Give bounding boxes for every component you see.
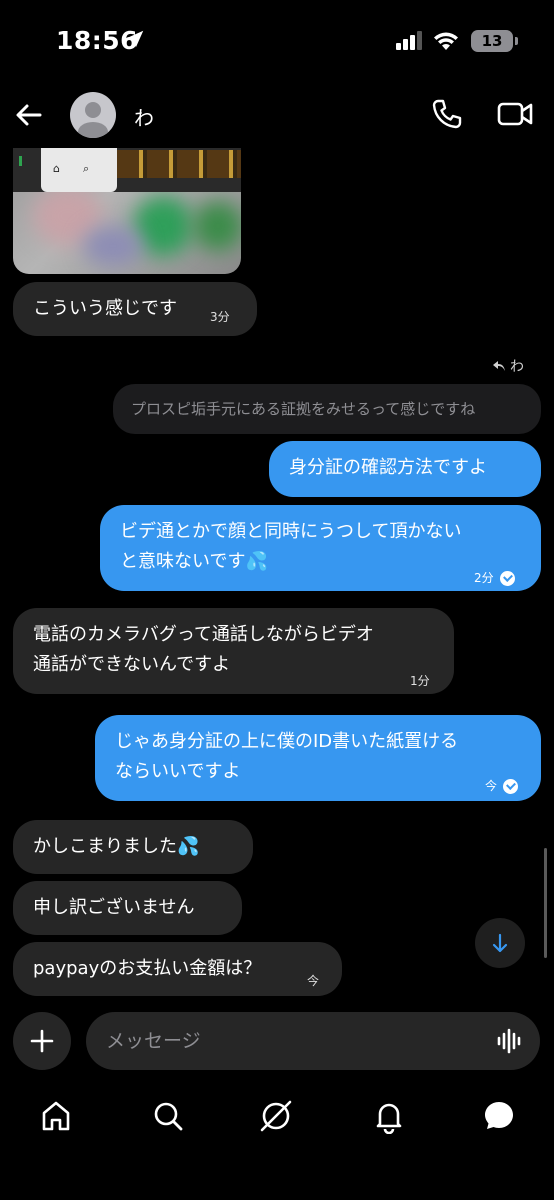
bell-icon[interactable] bbox=[371, 1098, 407, 1134]
read-check-icon bbox=[499, 570, 515, 586]
message-sent[interactable]: じゃあ身分証の上に僕のID書いた紙置ける ならいいですよ 今 bbox=[95, 715, 541, 801]
search-icon[interactable] bbox=[150, 1098, 186, 1134]
battery-tip bbox=[515, 37, 518, 45]
default-avatar-icon bbox=[78, 102, 108, 138]
time-label: 今 bbox=[485, 779, 498, 793]
message-text-line: じゃあ身分証の上に僕のID書いた紙置ける bbox=[115, 731, 459, 752]
message-composer bbox=[86, 1012, 540, 1070]
game-tiles bbox=[117, 150, 241, 178]
message-sent[interactable]: ビデ通とかで顔と同時にうつして頂かない と意味ないです💦 2分 bbox=[100, 505, 541, 591]
blur-shape bbox=[83, 226, 143, 266]
explore-icon[interactable] bbox=[258, 1098, 294, 1134]
status-bar: 18:56 13 bbox=[0, 0, 554, 84]
message-received[interactable]: かしこまりました💦 bbox=[13, 820, 253, 874]
message-received[interactable]: こういう感じです 3分 bbox=[13, 282, 257, 336]
message-text: 申し訳ございません bbox=[33, 897, 195, 918]
arrow-down-icon bbox=[492, 933, 508, 953]
blur-shape bbox=[193, 201, 241, 251]
reply-label: わ bbox=[492, 356, 524, 376]
phone-icon[interactable] bbox=[430, 97, 464, 131]
message-input[interactable] bbox=[106, 1012, 486, 1070]
wifi-icon bbox=[434, 32, 458, 50]
message-time: 1分 bbox=[410, 666, 430, 696]
message-text-line: 通話ができないんですよ bbox=[33, 654, 231, 675]
browser-toolbar: ⌂ ⌕ bbox=[41, 146, 117, 192]
signal-icon bbox=[396, 31, 422, 50]
message-status: 今 bbox=[485, 771, 519, 801]
time-label: 3分 bbox=[210, 310, 230, 324]
arrow-left-icon[interactable] bbox=[12, 98, 46, 132]
read-check-icon bbox=[503, 778, 519, 794]
message-received[interactable]: 電話のカメラバグって通話しながらビデオ 通話ができないんですよ 1分 bbox=[13, 608, 454, 694]
chat-header: わ bbox=[0, 84, 554, 148]
message-text-line: 電話のカメラバグって通話しながらビデオ bbox=[33, 624, 374, 645]
home-icon[interactable] bbox=[38, 1098, 74, 1134]
reply-to-name: わ bbox=[510, 359, 524, 375]
message-text: こういう感じです bbox=[33, 298, 177, 319]
message-sent[interactable]: 身分証の確認方法ですよ bbox=[269, 441, 541, 497]
scroll-to-bottom-button[interactable] bbox=[475, 918, 525, 968]
message-text-line: と意味ないです💦 bbox=[120, 551, 268, 572]
battery-indicator: 13 bbox=[471, 30, 513, 52]
home-icon: ⌂ bbox=[53, 162, 60, 175]
message-time: 3分 bbox=[210, 302, 230, 332]
video-camera-icon[interactable] bbox=[497, 97, 533, 131]
message-text: 身分証の確認方法ですよ bbox=[289, 457, 487, 478]
avatar[interactable] bbox=[70, 92, 116, 138]
battery-level: 13 bbox=[481, 32, 503, 50]
time-label: 今 bbox=[307, 974, 320, 988]
message-text: かしこまりました💦 bbox=[33, 836, 200, 857]
location-arrow-icon bbox=[126, 30, 144, 48]
message-text-line: ビデ通とかで顔と同時にうつして頂かない bbox=[120, 521, 462, 542]
waveform-icon[interactable] bbox=[496, 1028, 524, 1054]
message-icon[interactable] bbox=[481, 1098, 517, 1134]
message-status: 2分 bbox=[474, 563, 515, 593]
bookmark-mark bbox=[19, 156, 22, 166]
quoted-message[interactable]: プロスピ垢手元にある証拠をみせるって感じですね bbox=[113, 384, 541, 434]
search-icon: ⌕ bbox=[83, 162, 90, 175]
add-attachment-button[interactable] bbox=[13, 1012, 71, 1070]
message-time: 今 bbox=[307, 966, 319, 996]
plus-icon bbox=[30, 1029, 54, 1053]
message-text-line: ならいいですよ bbox=[115, 761, 241, 782]
contact-name[interactable]: わ bbox=[134, 102, 154, 131]
message-received[interactable]: paypayのお支払い金額は？ 今 bbox=[13, 942, 342, 996]
reply-icon bbox=[493, 361, 505, 371]
message-received[interactable]: 申し訳ございません bbox=[13, 881, 242, 935]
message-text: paypayのお支払い金額は？ bbox=[33, 958, 262, 979]
time-label: 1分 bbox=[410, 674, 430, 688]
image-message[interactable]: ⌂ ⌕ bbox=[13, 146, 241, 274]
scrollbar[interactable] bbox=[544, 848, 547, 958]
time-label: 2分 bbox=[474, 571, 494, 585]
